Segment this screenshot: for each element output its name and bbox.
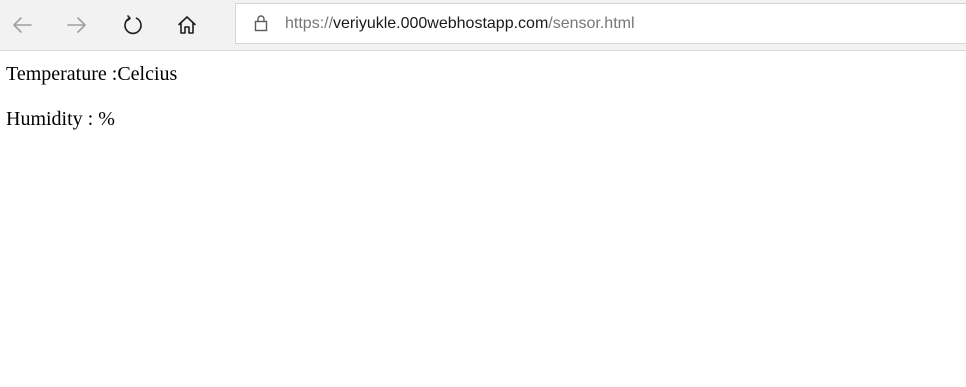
url-path: /sensor.html — [548, 15, 635, 32]
url-text[interactable]: https://veriyukle.000webhostapp.com/sens… — [285, 14, 635, 34]
browser-toolbar: https://veriyukle.000webhostapp.com/sens… — [0, 0, 966, 51]
arrow-right-icon — [67, 17, 86, 33]
lock-icon[interactable] — [254, 14, 268, 32]
forward-button[interactable] — [59, 7, 95, 43]
temperature-text: Temperature :Celcius — [6, 63, 178, 85]
home-icon — [178, 16, 196, 34]
back-button[interactable] — [4, 7, 40, 43]
url-host: veriyukle.000webhostapp.com — [333, 15, 549, 32]
refresh-button[interactable] — [115, 7, 151, 43]
url-scheme: https:// — [285, 15, 334, 32]
home-button[interactable] — [169, 7, 205, 43]
address-bar[interactable]: https://veriyukle.000webhostapp.com/sens… — [235, 3, 966, 44]
page-content: Temperature :Celcius Humidity : % — [6, 61, 177, 132]
refresh-icon — [124, 15, 142, 35]
arrow-left-icon — [13, 17, 32, 33]
humidity-text: Humidity : % — [6, 108, 115, 130]
